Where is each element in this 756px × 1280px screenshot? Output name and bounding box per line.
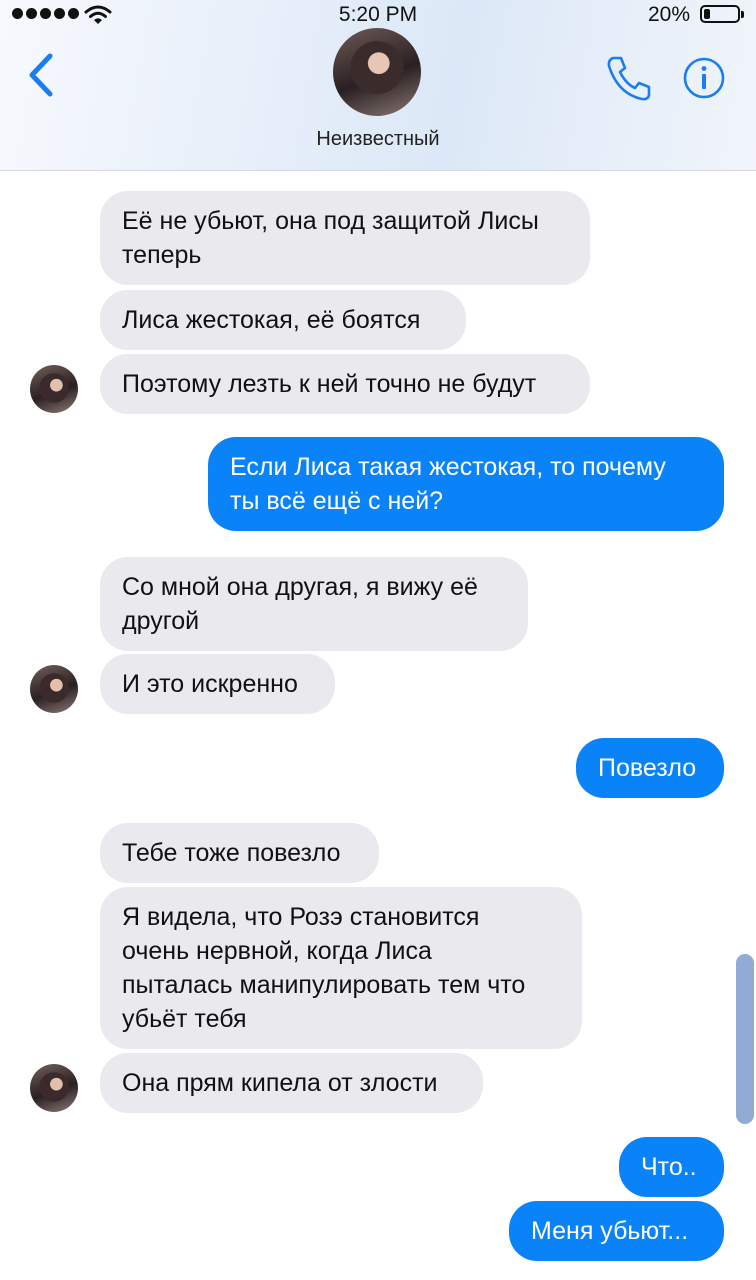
contact-avatar[interactable]	[333, 28, 421, 116]
contact-avatar-small	[30, 365, 78, 413]
message-incoming[interactable]: И это искренно	[100, 654, 335, 714]
contact-name[interactable]: Неизвестный	[0, 128, 756, 151]
message-incoming[interactable]: Со мной она другая, я вижу её другой	[100, 557, 528, 651]
message-incoming[interactable]: Лиса жестокая, её боятся	[100, 290, 466, 350]
message-incoming[interactable]: Её не убьют, она под защитой Лисы теперь	[100, 191, 590, 285]
message-outgoing[interactable]: Повезло	[576, 738, 724, 798]
message-outgoing[interactable]: Если Лиса такая жестокая, то почему ты в…	[208, 437, 724, 531]
message-incoming[interactable]: Тебе тоже повезло	[100, 823, 379, 883]
message-incoming[interactable]: Я видела, что Розэ становится очень нерв…	[100, 887, 582, 1049]
contact-avatar-small	[30, 1064, 78, 1112]
message-list[interactable]: Её не убьют, она под защитой Лисы теперь…	[0, 171, 756, 1280]
status-time: 5:20 PM	[338, 3, 418, 26]
back-chevron-icon[interactable]	[22, 50, 62, 100]
scrollbar[interactable]	[736, 954, 754, 1124]
status-bar: 5:20 PM 20%	[0, 0, 756, 30]
phone-icon[interactable]	[602, 52, 654, 104]
contact-avatar-small	[30, 665, 78, 713]
info-icon[interactable]	[682, 56, 726, 100]
message-incoming[interactable]: Она прям кипела от злости	[100, 1053, 483, 1113]
chat-header: 5:20 PM 20% Неизвестный	[0, 0, 756, 171]
message-outgoing[interactable]: Что..	[619, 1137, 724, 1197]
message-outgoing[interactable]: Меня убьют...	[509, 1201, 724, 1261]
battery-percent: 20%	[647, 3, 690, 26]
battery-icon	[700, 5, 744, 23]
message-incoming[interactable]: Поэтому лезть к ней точно не будут	[100, 354, 590, 414]
